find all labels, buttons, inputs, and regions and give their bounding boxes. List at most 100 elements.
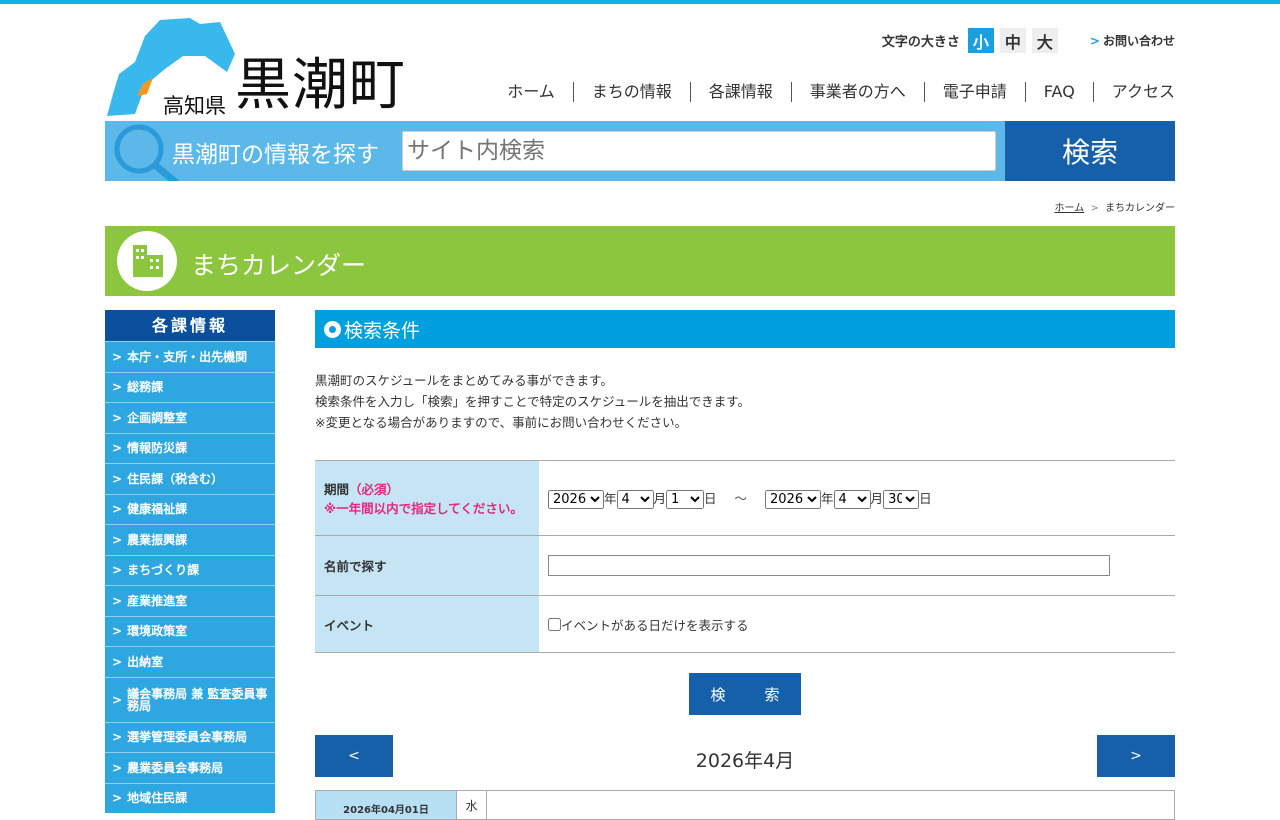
calendar-row: 2026年04月01日 水 bbox=[315, 790, 1175, 820]
sidebar-item[interactable]: > 農業振興課 bbox=[105, 524, 275, 555]
day-unit: 日 bbox=[704, 490, 717, 506]
page-title: まちカレンダー bbox=[191, 251, 367, 280]
sidebar-item[interactable]: > 本庁・支所・出先機関 bbox=[105, 341, 275, 372]
search-form-table: 期間（必須） ※一年間以内で指定してください。 2026年 4 月 1 日 ～ 2026 年… bbox=[315, 460, 1175, 653]
chevron-right-icon: > bbox=[112, 410, 123, 425]
to-day-select[interactable]: 30 bbox=[883, 489, 920, 509]
nav-departments[interactable]: 各課情報 bbox=[689, 82, 791, 102]
font-size-large[interactable]: 大 bbox=[1031, 28, 1058, 53]
name-label: 名前で探す bbox=[315, 535, 539, 596]
sidebar-item-label: まちづくり課 bbox=[127, 563, 200, 578]
to-year-select[interactable]: 2026 bbox=[765, 489, 822, 509]
chevron-right-icon: > bbox=[112, 624, 123, 639]
sidebar-title: 各課情報 bbox=[105, 310, 275, 341]
font-size-small[interactable]: 小 bbox=[967, 28, 994, 53]
calendar-weekday: 水 bbox=[456, 791, 486, 819]
chevron-right-icon: > bbox=[112, 563, 123, 578]
sidebar-item[interactable]: > 情報防災課 bbox=[105, 432, 275, 463]
search-input[interactable] bbox=[402, 131, 996, 171]
name-row: 名前で探す bbox=[315, 535, 1175, 596]
contact-link[interactable]: > お問い合わせ bbox=[1090, 32, 1175, 49]
event-only-checkbox[interactable]: イベントがある日だけを表示する bbox=[548, 617, 749, 633]
chevron-right-icon: > bbox=[112, 760, 123, 775]
next-month-button[interactable]: > bbox=[1097, 735, 1175, 777]
sidebar: 各課情報 > 本庁・支所・出先機関 > 総務課 > 企画調整室 > 情報防災課 > 住民課（税含む… bbox=[105, 310, 275, 813]
sidebar-item[interactable]: > 健康福祉課 bbox=[105, 493, 275, 524]
calendar-title: 2026年4月 bbox=[695, 750, 795, 772]
sidebar-item-label: 健康福祉課 bbox=[127, 502, 188, 517]
range-tilde: ～ bbox=[734, 490, 748, 506]
sidebar-item-label: 情報防災課 bbox=[127, 441, 188, 456]
chevron-right-icon: > bbox=[112, 730, 123, 745]
description-line: 検索条件を入力し「検索」を押すことで特定のスケジュールを抽出できます。 bbox=[315, 394, 751, 409]
required-mark: （必須） bbox=[349, 482, 400, 497]
global-nav: ホーム まちの情報 各課情報 事業者の方へ 電子申請 FAQ アクセス bbox=[489, 82, 1175, 102]
from-month-select[interactable]: 4 bbox=[616, 489, 654, 509]
breadcrumb-home[interactable]: ホーム bbox=[1055, 203, 1085, 214]
search-button[interactable]: 検索 bbox=[1005, 121, 1175, 181]
event-label: イベント bbox=[315, 595, 539, 653]
nav-access[interactable]: アクセス bbox=[1092, 82, 1175, 102]
sidebar-item[interactable]: > 農業委員会事務局 bbox=[105, 752, 275, 783]
search-label: 黒潮町の情報を探す bbox=[172, 142, 379, 168]
sidebar-item[interactable]: > 産業推進室 bbox=[105, 585, 275, 616]
nav-business[interactable]: 事業者の方へ bbox=[790, 82, 924, 102]
year-unit: 年 bbox=[821, 490, 834, 506]
font-size-controls: 文字の大きさ 小 中 大 > お問い合わせ bbox=[882, 28, 1175, 53]
sidebar-item[interactable]: > 環境政策室 bbox=[105, 615, 275, 646]
period-row: 期間（必須） ※一年間以内で指定してください。 2026年 4 月 1 日 ～ 2026 年… bbox=[315, 460, 1175, 536]
nav-town-info[interactable]: まちの情報 bbox=[572, 82, 690, 102]
checkbox[interactable] bbox=[548, 617, 561, 631]
section-header: 検索条件 bbox=[315, 310, 1175, 348]
logo-town-name: 黒潮町 bbox=[235, 53, 406, 118]
sidebar-item-label: 出納室 bbox=[127, 654, 164, 669]
chevron-right-icon: > bbox=[112, 471, 123, 486]
sidebar-item[interactable]: > 議会事務局 兼 監査委員事務局 bbox=[105, 676, 275, 722]
sidebar-item-label: 地域住民課 bbox=[127, 791, 188, 806]
calendar-events bbox=[486, 791, 1174, 819]
calendar-nav: < 2026年4月 > bbox=[315, 735, 1175, 777]
nav-e-application[interactable]: 電子申請 bbox=[923, 82, 1025, 102]
bullet-icon bbox=[324, 320, 341, 338]
section-title: 検索条件 bbox=[344, 319, 421, 342]
font-size-label: 文字の大きさ bbox=[881, 35, 960, 50]
description-line: 黒潮町のスケジュールをまとめてみる事ができます。 bbox=[315, 373, 613, 388]
sidebar-item-label: 本庁・支所・出先機関 bbox=[127, 349, 248, 364]
sidebar-item[interactable]: > 地域住民課 bbox=[105, 782, 275, 813]
breadcrumb-current: まちカレンダー bbox=[1105, 203, 1175, 214]
page-title-banner: まちカレンダー bbox=[105, 226, 1175, 296]
from-year-select[interactable]: 2026 bbox=[548, 489, 604, 509]
chevron-right-icon: > bbox=[112, 654, 123, 669]
sidebar-item[interactable]: > まちづくり課 bbox=[105, 554, 275, 585]
sidebar-item[interactable]: > 総務課 bbox=[105, 371, 275, 402]
name-input[interactable] bbox=[548, 555, 1110, 576]
font-size-medium[interactable]: 中 bbox=[999, 28, 1026, 53]
chevron-right-icon: > bbox=[112, 593, 123, 608]
chevron-right-icon: > bbox=[112, 791, 123, 806]
main-content: 検索条件 黒潮町のスケジュールをまとめてみる事ができます。 検索条件を入力し「検… bbox=[315, 310, 1175, 820]
nav-home[interactable]: ホーム bbox=[489, 82, 573, 102]
sidebar-item-label: 農業委員会事務局 bbox=[127, 760, 224, 775]
submit-search-button[interactable]: 検 索 bbox=[689, 673, 801, 715]
sidebar-item-label: 企画調整室 bbox=[127, 410, 188, 425]
contact-label: お問い合わせ bbox=[1102, 34, 1175, 48]
sidebar-item[interactable]: > 企画調整室 bbox=[105, 402, 275, 433]
sidebar-item-label: 議会事務局 兼 監査委員事務局 bbox=[127, 686, 268, 713]
sidebar-item[interactable]: > 選挙管理委員会事務局 bbox=[105, 721, 275, 752]
sidebar-item[interactable]: > 出納室 bbox=[105, 646, 275, 677]
sidebar-item[interactable]: > 住民課（税含む） bbox=[105, 463, 275, 494]
nav-faq[interactable]: FAQ bbox=[1024, 82, 1093, 102]
to-month-select[interactable]: 4 bbox=[833, 489, 871, 509]
site-search-bar: 黒潮町の情報を探す bbox=[105, 121, 1005, 181]
chevron-right-icon: > bbox=[1089, 34, 1100, 48]
calendar-date: 2026年04月01日 bbox=[316, 791, 456, 819]
chevron-right-icon: > bbox=[112, 441, 123, 456]
from-day-select[interactable]: 1 bbox=[666, 489, 705, 509]
sidebar-item-label: 住民課（税含む） bbox=[127, 471, 224, 486]
chevron-right-icon: > bbox=[112, 502, 123, 517]
chevron-right-icon: > bbox=[112, 349, 123, 364]
logo-prefecture: 高知県 bbox=[163, 94, 226, 118]
building-icon bbox=[117, 231, 177, 291]
site-logo[interactable]: 高知県 黒潮町 bbox=[105, 14, 415, 119]
description-line: ※変更となる場合がありますので、事前にお問い合わせください。 bbox=[315, 415, 688, 430]
